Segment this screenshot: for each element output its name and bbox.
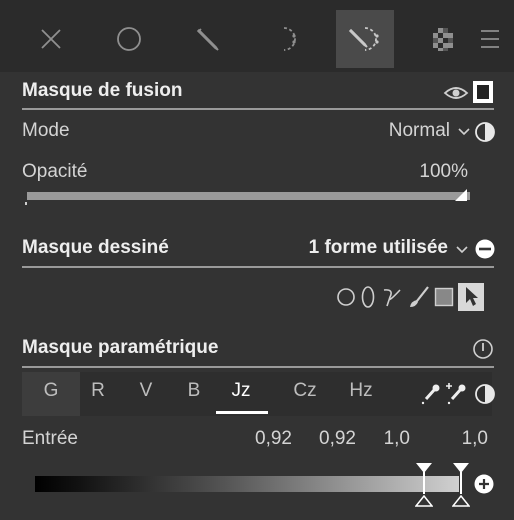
slider-tick [25, 202, 27, 205]
menu-icon [481, 30, 499, 48]
mode-label: Mode [22, 120, 70, 141]
add-path-icon[interactable] [380, 285, 404, 309]
range-marker-line [460, 472, 462, 494]
channel-tab-b[interactable]: B [175, 380, 213, 402]
eye-icon[interactable] [443, 82, 469, 104]
chevron-down-icon [456, 246, 468, 254]
circle-icon [117, 27, 141, 51]
uniform-mask-button[interactable] [100, 10, 158, 68]
display-mask-icon[interactable] [472, 80, 494, 104]
range-gradient-bar [35, 476, 459, 492]
add-brush-icon[interactable] [408, 285, 430, 309]
parametric-mask-title: Masque paramétrique [22, 337, 219, 358]
opacity-label: Opacité [22, 161, 88, 182]
raster-mask-button[interactable] [414, 10, 472, 68]
add-gradient-icon[interactable] [434, 287, 454, 307]
input-label: Entrée [22, 428, 78, 449]
mode-value: Normal [388, 120, 450, 141]
chevron-down-icon [458, 128, 470, 136]
channel-tab-r[interactable]: R [79, 380, 117, 402]
mask-toolbar [0, 0, 514, 72]
lower-marker-icon[interactable] [452, 495, 470, 507]
color-picker-add-icon[interactable] [443, 380, 469, 408]
input-value-2: 0,92 [319, 428, 356, 449]
shapes-status: 1 forme utilisée [308, 237, 448, 258]
lower-marker-icon[interactable] [415, 495, 433, 507]
active-tab-underline [216, 411, 268, 414]
add-circle-icon[interactable] [336, 287, 356, 307]
channel-tab-label: G [43, 380, 59, 401]
edit-shapes-button[interactable] [458, 283, 484, 311]
channel-tab-v[interactable]: V [127, 380, 165, 402]
slider-handle-icon[interactable] [454, 188, 468, 202]
blend-mask-title: Masque de fusion [22, 80, 183, 101]
section-divider [22, 366, 494, 368]
add-icon[interactable] [474, 474, 494, 494]
drawn-parametric-mask-icon [348, 27, 379, 51]
section-divider [22, 266, 494, 268]
shapes-combobox[interactable]: 1 forme utilisée [280, 236, 470, 262]
section-divider [22, 108, 494, 110]
input-value-3: 1,0 [383, 428, 410, 449]
drawn-mask-button[interactable] [179, 10, 237, 68]
reset-icon[interactable] [472, 338, 494, 360]
range-marker-line [423, 472, 425, 494]
parametric-mask-icon [283, 27, 296, 51]
remove-shapes-icon[interactable] [474, 238, 496, 260]
color-picker-icon[interactable] [419, 382, 441, 408]
drawn-mask-title: Masque dessiné [22, 237, 169, 258]
drawn-parametric-mask-button[interactable] [336, 10, 394, 68]
opacity-slider[interactable] [22, 186, 474, 206]
channel-tab-jz[interactable]: Jz [222, 380, 260, 402]
add-ellipse-icon[interactable] [360, 285, 376, 309]
pointer-icon [466, 287, 478, 306]
invert-polarity-icon[interactable] [474, 121, 496, 143]
invert-parametric-icon[interactable] [474, 383, 496, 405]
pencil-icon [196, 28, 219, 51]
mode-combobox[interactable]: Normal [340, 120, 472, 144]
presets-menu-button[interactable] [470, 10, 510, 68]
opacity-slider-track [27, 192, 470, 200]
opacity-value: 100% [419, 161, 468, 182]
close-icon [41, 29, 61, 49]
input-value-1: 0,92 [255, 428, 292, 449]
mask-off-button[interactable] [22, 10, 80, 68]
input-range-slider[interactable] [22, 462, 494, 512]
channel-tab-hz[interactable]: Hz [342, 380, 380, 402]
input-value-4: 1,0 [461, 428, 488, 449]
raster-mask-icon [433, 28, 453, 51]
channel-tab-cz[interactable]: Cz [286, 380, 324, 402]
parametric-mask-button[interactable] [257, 10, 315, 68]
